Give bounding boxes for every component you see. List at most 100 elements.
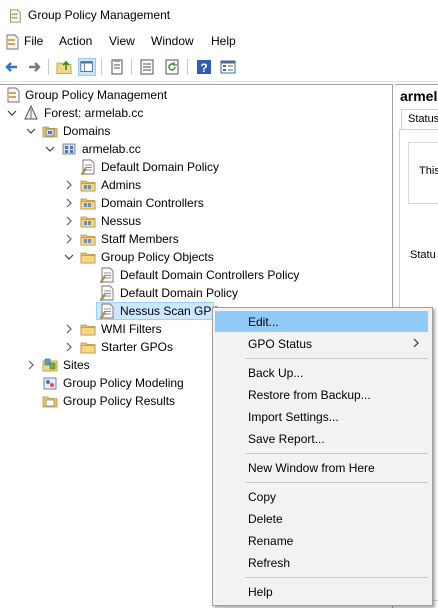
menu-item-import-settings[interactable]: Import Settings... <box>215 406 428 427</box>
status-group-label: Statu <box>410 249 436 261</box>
tree-item-label: Domain Controllers <box>101 196 204 210</box>
chevron-down-icon[interactable] <box>63 251 75 263</box>
title-bar: Group Policy Management <box>0 0 438 31</box>
details-title: armel <box>400 88 438 104</box>
window-title: Group Policy Management <box>28 8 171 22</box>
menu-file[interactable]: File <box>24 34 43 48</box>
tree-item-modeling[interactable]: Group Policy Modeling <box>0 374 210 392</box>
export-list-icon[interactable] <box>138 58 156 76</box>
tree-item-wmi-filters[interactable]: WMI Filters <box>0 320 210 338</box>
chevron-right-icon[interactable] <box>25 359 37 371</box>
context-menu: Edit... GPO Status Back Up... Restore fr… <box>212 307 433 606</box>
menu-item-copy[interactable]: Copy <box>215 486 428 507</box>
menu-item-label: New Window from Here <box>248 461 375 475</box>
chevron-down-icon[interactable] <box>6 107 18 119</box>
tree-item-label: Default Domain Controllers Policy <box>120 268 300 282</box>
details-view-icon[interactable] <box>219 58 237 76</box>
tree-item-sites[interactable]: Sites <box>0 356 210 374</box>
tree-item-results[interactable]: Group Policy Results <box>0 392 210 410</box>
menu-item-label: Rename <box>248 534 294 548</box>
menu-item-label: Help <box>248 585 273 599</box>
menu-action[interactable]: Action <box>59 34 92 48</box>
menu-item-gpo-status[interactable]: GPO Status <box>215 333 428 354</box>
tree-item-label: Group Policy Management <box>25 88 168 102</box>
menu-item-label: Refresh <box>248 556 291 570</box>
tree-item-domain-controllers[interactable]: Domain Controllers <box>0 194 390 212</box>
tree-item-nessus[interactable]: Nessus <box>0 212 390 230</box>
tab-label: Status <box>408 113 438 125</box>
menu-item-label: GPO Status <box>248 337 313 351</box>
chevron-right-icon[interactable] <box>63 323 75 335</box>
sites-icon <box>42 357 58 373</box>
chevron-right-icon[interactable] <box>63 341 75 353</box>
menu-separator <box>245 358 428 359</box>
app-icon <box>8 8 22 24</box>
menu-window[interactable]: Window <box>151 34 194 48</box>
tree-item-domain[interactable]: armelab.cc <box>0 140 390 158</box>
up-folder-icon[interactable] <box>55 58 73 76</box>
menu-item-edit[interactable]: Edit... <box>215 311 428 332</box>
tree-item-root[interactable]: Group Policy Management <box>0 86 390 104</box>
tree-item-gpo[interactable]: Default Domain Policy <box>0 284 390 302</box>
tree-item-label: Group Policy Results <box>63 394 176 408</box>
menu-separator <box>245 482 428 483</box>
tree-item-domains[interactable]: Domains <box>0 122 390 140</box>
tree-item-forest[interactable]: Forest: armelab.cc <box>0 104 390 122</box>
chevron-right-icon[interactable] <box>63 197 75 209</box>
properties-icon[interactable] <box>108 58 126 76</box>
domains-folder-icon <box>42 123 58 139</box>
tree-item-label: Domains <box>63 124 111 138</box>
tree-item-gpo[interactable]: Default Domain Controllers Policy <box>0 266 390 284</box>
menu-view[interactable]: View <box>109 34 135 48</box>
chevron-down-icon[interactable] <box>44 143 56 155</box>
chevron-right-icon[interactable] <box>63 179 75 191</box>
tree-item-staff-members[interactable]: Staff Members <box>0 230 390 248</box>
menu-item-rename[interactable]: Rename <box>215 530 428 551</box>
chevron-right-icon[interactable] <box>63 215 75 227</box>
info-box: This <box>408 142 438 204</box>
menu-item-back-up[interactable]: Back Up... <box>215 362 428 383</box>
chevron-right-icon[interactable] <box>63 233 75 245</box>
tree-item-default-domain-policy-link[interactable]: Default Domain Policy <box>0 158 390 176</box>
ou-folder-icon <box>80 177 96 193</box>
tree-item-label: Default Domain Policy <box>101 160 220 174</box>
toolbar-separator <box>131 59 132 75</box>
tree-item-label: Starter GPOs <box>101 340 174 354</box>
tree-item-label: Nessus Scan GPO <box>120 304 221 318</box>
tree-item-label: Nessus <box>101 214 142 228</box>
tab-status[interactable]: Status <box>401 109 438 130</box>
tree-item-group-policy-objects[interactable]: Group Policy Objects <box>0 248 390 266</box>
toolbar-separator <box>48 59 49 75</box>
gpo-icon <box>99 303 115 319</box>
back-icon[interactable] <box>3 58 21 76</box>
menu-item-label: Delete <box>248 512 283 526</box>
menu-item-delete[interactable]: Delete <box>215 508 428 529</box>
gpo-icon <box>99 267 115 283</box>
submenu-arrow-icon <box>413 338 419 348</box>
menu-item-new-window[interactable]: New Window from Here <box>215 457 428 478</box>
help-icon[interactable]: ? <box>195 58 213 76</box>
tree-item-starter-gpos[interactable]: Starter GPOs <box>0 338 210 356</box>
folder-icon <box>80 321 96 337</box>
gpo-link-icon <box>80 159 96 175</box>
forward-icon[interactable] <box>25 58 43 76</box>
chevron-down-icon[interactable] <box>25 125 37 137</box>
tree-item-label: Staff Members <box>101 232 179 246</box>
tree-item-admins[interactable]: Admins <box>0 176 390 194</box>
menu-item-save-report[interactable]: Save Report... <box>215 428 428 449</box>
show-hide-tree-icon[interactable] <box>78 58 96 76</box>
tree-item-gpo-selected[interactable]: Nessus Scan GPO <box>96 302 221 320</box>
menu-item-label: Back Up... <box>248 366 304 380</box>
results-icon <box>42 393 58 409</box>
refresh-icon[interactable] <box>163 58 181 76</box>
modeling-icon <box>42 375 58 391</box>
menu-item-restore[interactable]: Restore from Backup... <box>215 384 428 405</box>
menu-help[interactable]: Help <box>211 34 236 48</box>
menu-item-help[interactable]: Help <box>215 581 428 602</box>
menu-item-refresh[interactable]: Refresh <box>215 552 428 573</box>
app-menu-icon[interactable] <box>4 34 20 50</box>
menu-separator <box>245 453 428 454</box>
menu-separator <box>245 577 428 578</box>
folder-icon <box>80 339 96 355</box>
menu-item-label: Import Settings... <box>248 410 339 424</box>
